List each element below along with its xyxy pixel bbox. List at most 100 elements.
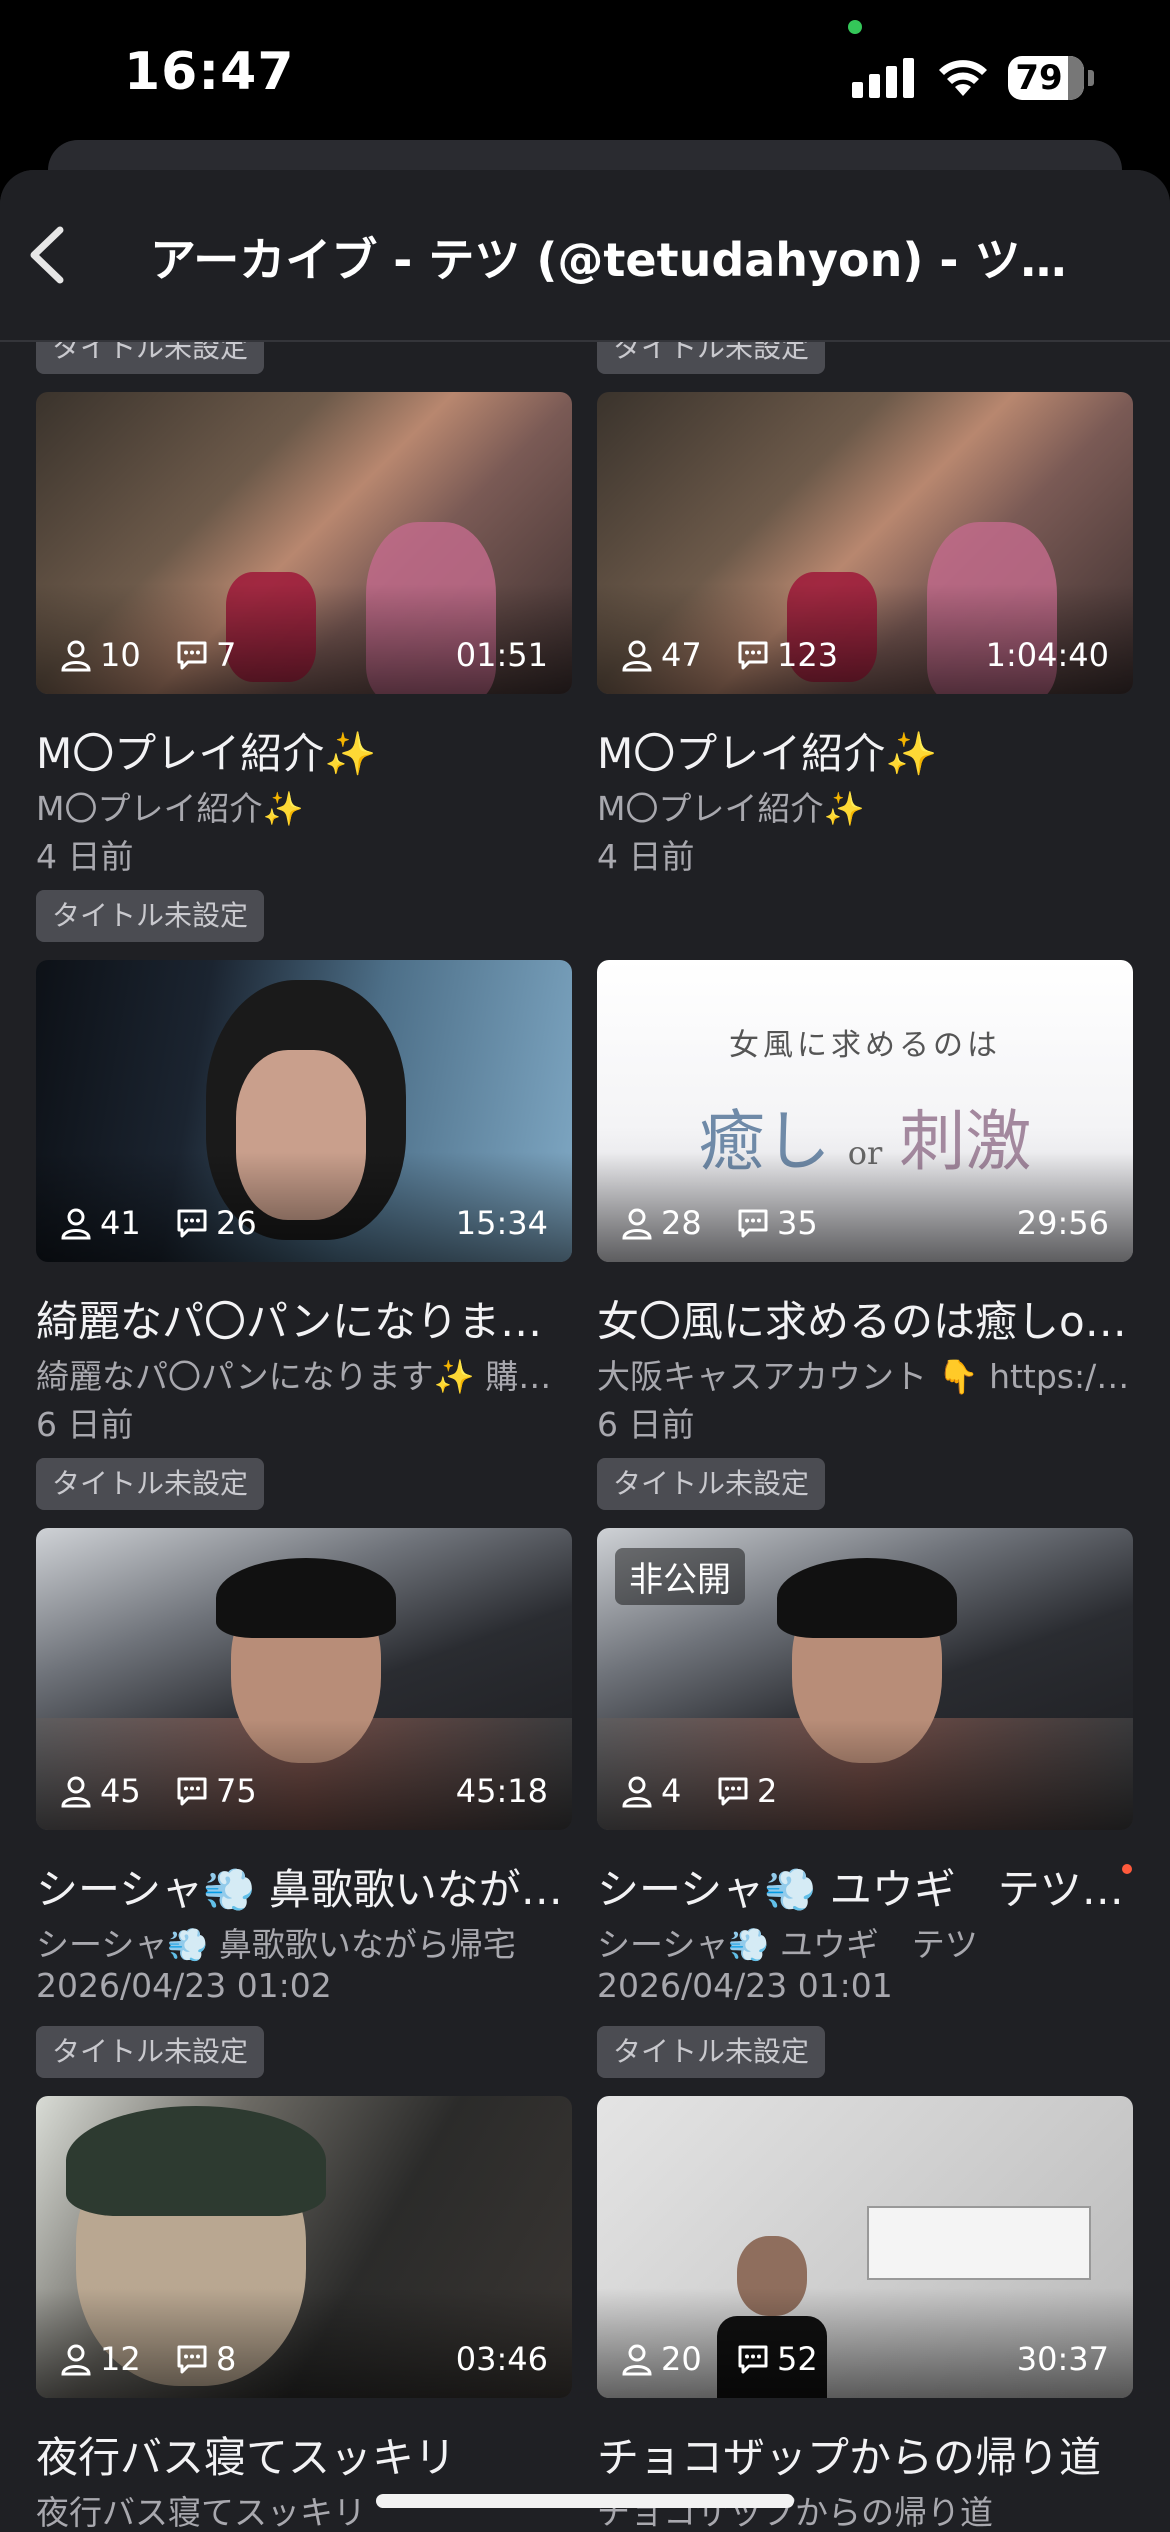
video-thumbnail[interactable]: 女風に求めるのは 癒し or 刺激 28 35 29: [597,960,1133,1262]
archive-card[interactable]: 非公開 4 2 シーシャ💨 ユウギ テツ… シーシャ💨 ユウギ テツ 2026/… [597,1458,1133,2078]
viewer-count-value: 45 [100,1772,141,1810]
card-description: 大阪キャスアカウント 👇 https:/… [597,1357,1130,1396]
viewer-count-value: 28 [661,1204,702,1242]
card-title: チョコザップからの帰り道 [597,2433,1102,2482]
video-thumbnail[interactable]: 20 52 30:37 [597,2096,1133,2398]
archive-card[interactable]: 10 7 01:51 M〇プレイ紹介✨ M〇プレイ紹介✨ 4 日前 タイトル未設… [36,342,572,942]
nav-bar: アーカイブ - テツ (@tetudahyon) - ツイ… [0,170,1170,342]
card-description: シーシャ💨 鼻歌歌いながら帰宅 [36,1925,516,1964]
archive-card[interactable]: 12 8 03:46 夜行バス寝てスッキリ 夜行バス寝てスッキリ [36,2026,572,2532]
viewer-count-value: 20 [661,2340,702,2378]
viewer-count: 10 [58,636,141,674]
person-icon [622,1776,652,1808]
video-thumbnail[interactable]: 41 26 15:34 [36,960,572,1262]
video-duration: 1:04:40 [985,636,1109,674]
video-duration: 30:37 [1016,2340,1109,2378]
comment-count: 123 [735,636,838,674]
viewer-count: 45 [58,1772,141,1810]
archive-card[interactable]: 47 123 1:04:40 M〇プレイ紹介✨ M〇プレイ紹介✨ 4 日前 [597,342,1133,890]
archive-card[interactable]: 女風に求めるのは 癒し or 刺激 28 35 29: [597,890,1133,1510]
card-title: M〇プレイ紹介✨ [36,729,377,778]
archive-list[interactable]: タイトル未設定 タイトル未設定 10 7 01:51 M〇プレイ紹介✨ M〇プレ… [0,342,1170,2532]
viewer-count-value: 41 [100,1204,141,1242]
private-badge: 非公開 [615,1548,745,1605]
viewer-count: 4 [619,1772,681,1810]
battery-nub [1088,70,1094,86]
viewer-count: 12 [58,2340,141,2378]
comment-icon [177,641,207,670]
video-thumbnail[interactable]: 12 8 03:46 [36,2096,572,2398]
archive-card[interactable]: 41 26 15:34 綺麗なパ〇パンになりま… 綺麗なパ〇パンになります✨ 購… [36,890,572,1510]
person-icon [61,1208,91,1240]
video-duration: 29:56 [1016,1204,1109,1242]
status-bar: 16:47 79 [0,0,1170,150]
comment-count-value: 8 [216,2340,237,2378]
person-icon [622,640,652,672]
viewer-count-value: 47 [661,636,702,674]
comment-icon [177,2345,207,2374]
card-description: シーシャ💨 ユウギ テツ [597,1925,978,1964]
video-duration: 15:34 [455,1204,548,1242]
comment-count: 26 [174,1204,257,1242]
card-title: M〇プレイ紹介✨ [597,729,938,778]
comment-count: 75 [174,1772,257,1810]
card-date: 6 日前 [36,1405,134,1444]
comment-count-value: 35 [777,1204,818,1242]
person-icon [622,1208,652,1240]
video-duration: 45:18 [455,1772,548,1810]
comment-count-value: 7 [216,636,237,674]
card-description: M〇プレイ紹介✨ [597,789,865,828]
card-title: シーシャ💨 鼻歌歌いなが… [36,1865,563,1914]
card-date: 4 日前 [36,837,134,876]
video-thumbnail[interactable]: 47 123 1:04:40 [597,392,1133,694]
person-icon [61,2344,91,2376]
comment-count: 2 [715,1772,777,1810]
comment-count-value: 2 [757,1772,778,1810]
thumbnail-text-heading: 女風に求めるのは [729,1028,1001,1063]
comment-count: 52 [735,2340,818,2378]
video-thumbnail[interactable]: 45 75 45:18 [36,1528,572,1830]
viewer-count: 28 [619,1204,702,1242]
cellular-signal-icon [852,56,916,98]
comment-count: 8 [174,2340,236,2378]
comment-icon [738,2345,768,2374]
person-icon [622,2344,652,2376]
notification-dot [1122,1864,1132,1874]
battery-icon: 79 [1008,56,1084,100]
card-date: 2026/04/23 01:01 [597,1966,893,2005]
comment-icon [177,1777,207,1806]
card-description: 綺麗なパ〇パンになります✨ 購… [36,1357,552,1396]
home-indicator[interactable] [376,2494,794,2508]
viewer-count: 41 [58,1204,141,1242]
video-duration: 01:51 [455,636,548,674]
archive-card[interactable]: 20 52 30:37 チョコザップからの帰り道 チョコザップからの帰り道 [597,2026,1133,2532]
person-icon [61,1776,91,1808]
viewer-count: 47 [619,636,702,674]
card-title: シーシャ💨 ユウギ テツ… [597,1865,1124,1914]
status-time: 16:47 [124,42,295,102]
comment-count-value: 123 [777,636,839,674]
archive-card[interactable]: 45 75 45:18 シーシャ💨 鼻歌歌いなが… シーシャ💨 鼻歌歌いながら帰… [36,1458,572,2078]
card-title: 綺麗なパ〇パンになりま… [36,1297,543,1346]
card-date: 4 日前 [597,837,695,876]
card-date: 2026/04/23 01:02 [36,1966,332,2005]
video-duration: 03:46 [455,2340,548,2378]
comment-icon [738,641,768,670]
comment-icon [738,1209,768,1238]
comment-icon [718,1777,748,1806]
card-date: 6 日前 [597,1405,695,1444]
comment-count-value: 75 [216,1772,257,1810]
viewer-count-value: 12 [100,2340,141,2378]
video-thumbnail[interactable]: 10 7 01:51 [36,392,572,694]
viewer-count: 20 [619,2340,702,2378]
archive-sheet: アーカイブ - テツ (@tetudahyon) - ツイ… タイトル未設定 タ… [0,170,1170,2532]
privacy-indicator-dot [848,20,862,34]
comment-count: 35 [735,1204,818,1242]
card-description: チョコザップからの帰り道 [597,2493,993,2532]
video-thumbnail[interactable]: 非公開 4 2 [597,1528,1133,1830]
battery-level: 79 [1015,58,1063,98]
comment-count: 7 [174,636,236,674]
card-description: M〇プレイ紹介✨ [36,789,304,828]
chevron-left-icon[interactable] [22,220,72,290]
viewer-count-value: 10 [100,636,141,674]
